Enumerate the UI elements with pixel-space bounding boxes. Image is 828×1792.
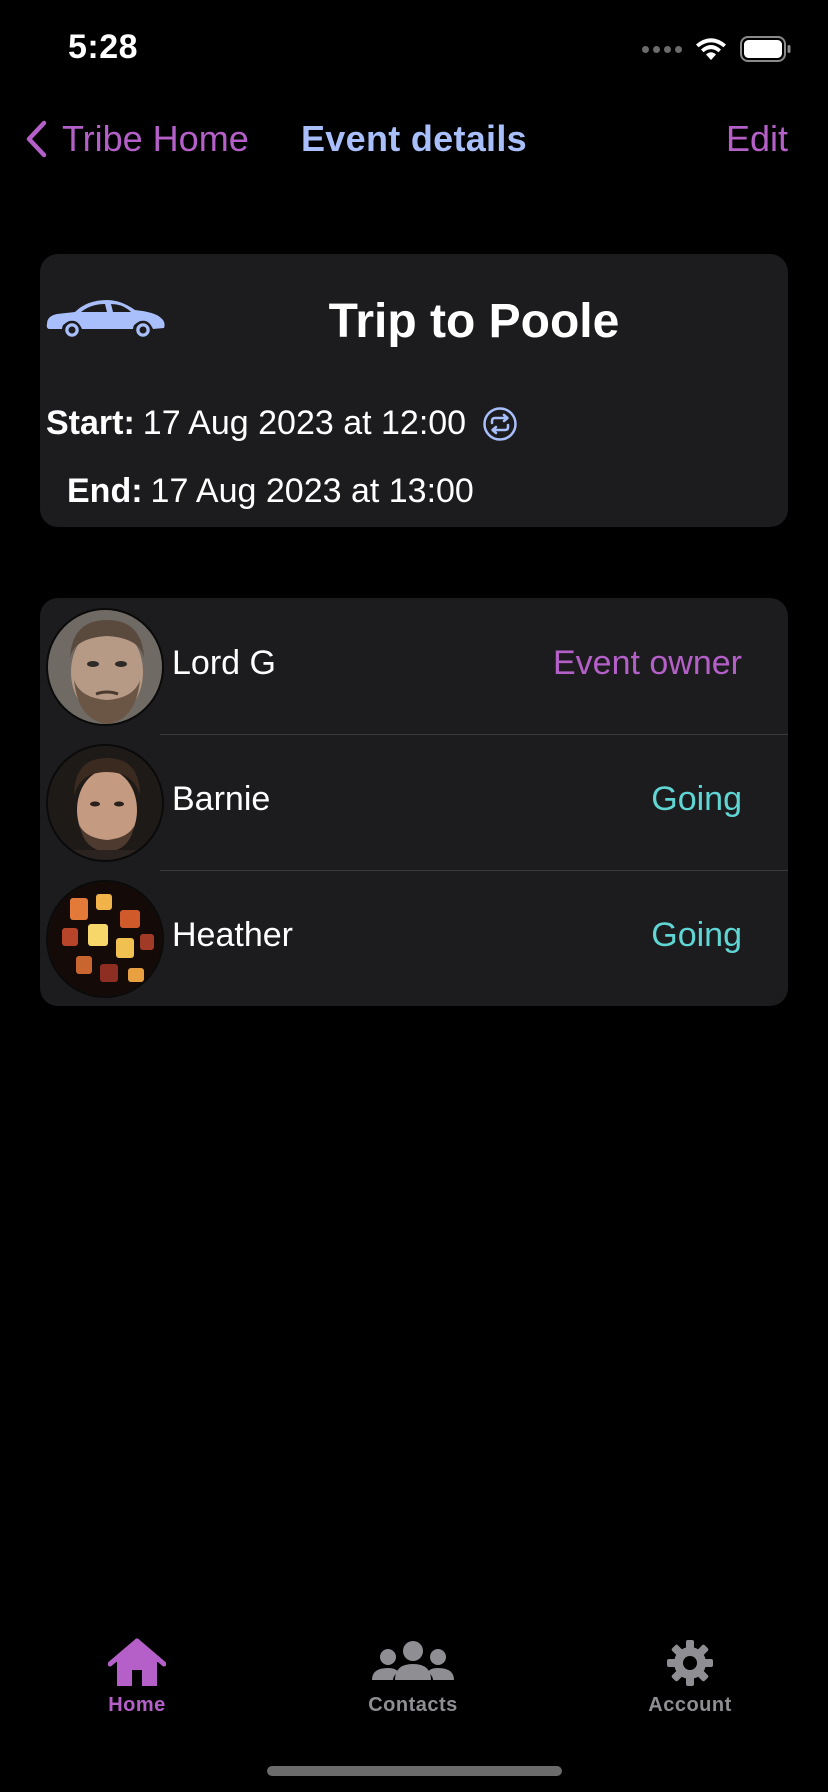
avatar [46, 608, 164, 726]
start-label: Start: [46, 404, 135, 442]
battery-icon [740, 36, 791, 62]
tab-home[interactable]: Home [47, 1638, 227, 1717]
attendee-status: Event owner [553, 644, 742, 682]
end-value: 17 Aug 2023 at 13:00 [150, 472, 474, 510]
attendee-status: Going [651, 780, 742, 818]
edit-button[interactable]: Edit [726, 118, 788, 160]
tab-bar: Home Contacts Account [0, 1620, 828, 1720]
tab-contacts-label: Contacts [368, 1694, 458, 1716]
signal-icon [642, 45, 682, 53]
status-time: 5:28 [68, 28, 139, 66]
attendee-status: Going [651, 916, 742, 954]
list-item[interactable]: Barnie Going [40, 734, 788, 870]
tab-account-label: Account [648, 1694, 732, 1716]
tab-account[interactable]: Account [600, 1638, 780, 1717]
nav-bar: Tribe Home Event details Edit [0, 100, 828, 180]
wifi-icon [696, 38, 726, 60]
home-icon [108, 1638, 166, 1686]
list-item[interactable]: Lord G Event owner [40, 598, 788, 734]
list-item[interactable]: Heather Going [40, 870, 788, 1006]
page-title: Event details [301, 118, 527, 159]
avatar [46, 880, 164, 998]
event-card: Trip to Poole Start: 17 Aug 2023 at 12:0… [40, 254, 788, 527]
attendee-name: Heather [172, 916, 293, 954]
back-button[interactable]: Tribe Home [24, 118, 249, 160]
attendee-name: Lord G [172, 644, 276, 682]
tab-home-label: Home [108, 1694, 166, 1716]
event-title: Trip to Poole [328, 295, 620, 348]
end-label: End: [67, 472, 143, 510]
back-label: Tribe Home [62, 118, 249, 159]
attendees-list: Lord G Event owner Barnie Going Heather … [40, 598, 788, 1006]
gear-icon [667, 1640, 713, 1686]
start-value: 17 Aug 2023 at 12:00 [142, 404, 467, 442]
event-start: Start: 17 Aug 2023 at 12:00 [46, 404, 518, 443]
avatar [46, 744, 164, 862]
repeat-icon[interactable] [482, 406, 518, 442]
status-bar: 5:28 [0, 0, 828, 100]
event-end: End: 17 Aug 2023 at 13:00 [67, 472, 474, 511]
home-indicator [267, 1766, 562, 1776]
attendee-name: Barnie [172, 780, 271, 818]
status-icons [642, 36, 792, 62]
tab-contacts[interactable]: Contacts [323, 1638, 503, 1717]
chevron-left-icon [26, 120, 47, 158]
people-icon [372, 1641, 454, 1680]
